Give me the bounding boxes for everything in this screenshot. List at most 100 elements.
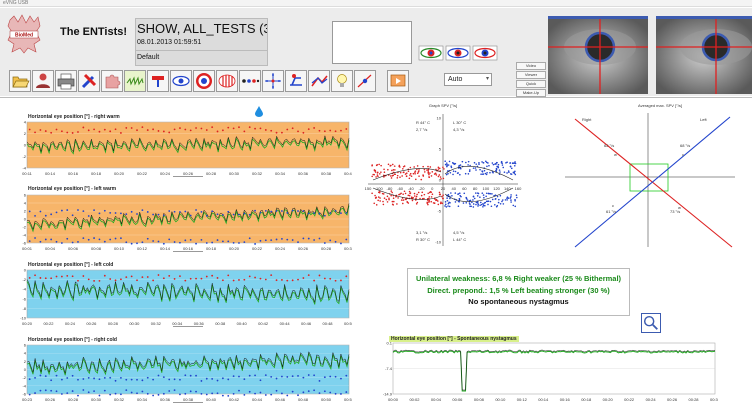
caloric-button[interactable] [124,70,146,92]
spv-point-l44 [472,199,474,201]
drop-icon[interactable] [255,106,263,117]
spv-point [248,213,251,216]
right-cold-plot[interactable]: 6 4 2 0 -2 -4 -600:23 00:26 00:28 00:30 00:32 00:34… [17,343,352,403]
spv-point-l30 [481,161,483,163]
camera-left-eye[interactable] [656,16,752,94]
spv-point [114,392,117,395]
spv-point [98,212,101,215]
spv-point [211,274,214,277]
x-tick-label: 00:44 [252,397,263,402]
spv-graph[interactable]: Graph SPV [°/s]1050-5-10150 -100 -80 -60 -40… [363,99,523,251]
session-profile[interactable]: Default [137,54,159,61]
spv-point-r44 [414,172,416,175]
camera-right-eye[interactable] [548,16,648,94]
left-cold-plot[interactable]: 0 -2 -4 -6 -8 -1000:20 00:22 00:24 00:26 00:28 00:… [17,268,352,327]
x-tick-label: -40 [408,186,415,191]
spv-point [297,130,299,133]
spv-point-l30 [446,164,448,166]
spv-point [98,238,101,241]
spv-point [114,279,117,282]
notes-textarea[interactable] [332,21,412,64]
optokinetic-button[interactable] [216,70,238,92]
spv-point-r44 [423,171,426,173]
spv-point [162,130,165,133]
spv-point [162,242,165,245]
x-tick-label: 00:48 [298,397,309,402]
x-tick-label: 00:31 [344,246,352,251]
spv-point [157,374,160,377]
session-title: SHOW, ALL_TESTS (3 [137,21,267,36]
spv-point-l44 [447,205,449,207]
y-tick-label: -10 [435,240,442,245]
rotary-chair-button[interactable] [147,70,169,92]
spv-point-r44 [407,170,410,172]
averaged-spv-graph[interactable]: Averaged max. SPV [°/s] Right Left 62 °/s 68… [560,99,740,259]
spv-point [157,393,160,396]
fixation-button[interactable] [262,70,284,92]
puzzle-button[interactable] [101,70,123,92]
quick-button[interactable]: Quick [516,80,546,88]
open-folder-button[interactable] [9,70,31,92]
lightbulb-button[interactable] [331,70,353,92]
make-up-button[interactable]: Make-Up [516,89,546,97]
spv-point [254,374,256,377]
spv-point-l44 [472,206,475,208]
eye-both-icon[interactable] [418,45,444,61]
saccade-button[interactable] [239,70,261,92]
spv-point-l30 [457,172,459,174]
eye-select[interactable] [418,44,498,62]
spv-point [340,129,342,132]
patient-button[interactable] [32,70,54,92]
settings-button[interactable] [78,70,100,92]
spv-point [109,278,112,280]
zoom-button[interactable] [641,313,661,333]
spv-point-l44 [489,200,492,203]
spv-point [281,210,283,212]
y-tick-label: -6 [22,241,26,246]
spv-point [55,128,58,131]
spv-point-r30 [415,195,418,198]
positional-button[interactable] [285,70,307,92]
spv-point-l44 [494,203,496,206]
print-button[interactable] [55,70,77,92]
spv-point [34,274,36,277]
spv-point [77,279,79,282]
spv-point [254,392,256,395]
spv-point [243,378,246,381]
spv-point-l44 [482,205,484,208]
spv-point [120,376,122,379]
spontaneous-plot[interactable]: 0.1 -7.4 -14.900:00 00:02 00:04 00:06 00:08 00:… [373,341,718,403]
x-tick-label: 00:02 [409,397,420,402]
spv-point [270,274,273,277]
playback-button[interactable] [387,70,409,92]
spv-point [34,392,36,394]
spv-point-r44 [442,166,444,169]
spv-point-l44 [479,201,482,204]
spv-point-l30 [488,164,490,167]
viewer-button[interactable]: Viewer [516,71,546,79]
pursuit-button[interactable] [354,70,376,92]
spv-point [120,132,122,134]
spv-point [291,209,294,212]
spv-point-r44 [415,178,417,181]
spv-point [125,213,128,216]
eye-test-button[interactable] [170,70,192,92]
eye-right-icon[interactable] [472,45,498,61]
spv-point [318,379,321,382]
head-impulse-button[interactable] [308,70,330,92]
spv-point-l44 [459,194,462,197]
spv-point [179,275,181,278]
target-button[interactable] [193,70,215,92]
spv-point-r44 [383,171,386,174]
mode-select[interactable]: Auto ▾ [444,73,492,86]
right-warm-plot[interactable]: 4 2 0 -2 -400:11 00:14 00:16 00:18 00:20 00:22 00:… [17,120,352,177]
x-tick-label: 80 [473,186,478,191]
spv-point [162,277,165,280]
spv-point [334,392,337,395]
left-warm-plot[interactable]: 6 4 2 0 -2 -4 -600:01 00:04 00:06 00:08 00:10 00:12… [17,193,352,252]
eye-left-icon[interactable] [445,45,471,61]
video-button[interactable]: Video [516,62,546,70]
x-tick-label: 00:50 [344,321,352,326]
spv-point [275,279,278,282]
spv-point [221,279,224,282]
